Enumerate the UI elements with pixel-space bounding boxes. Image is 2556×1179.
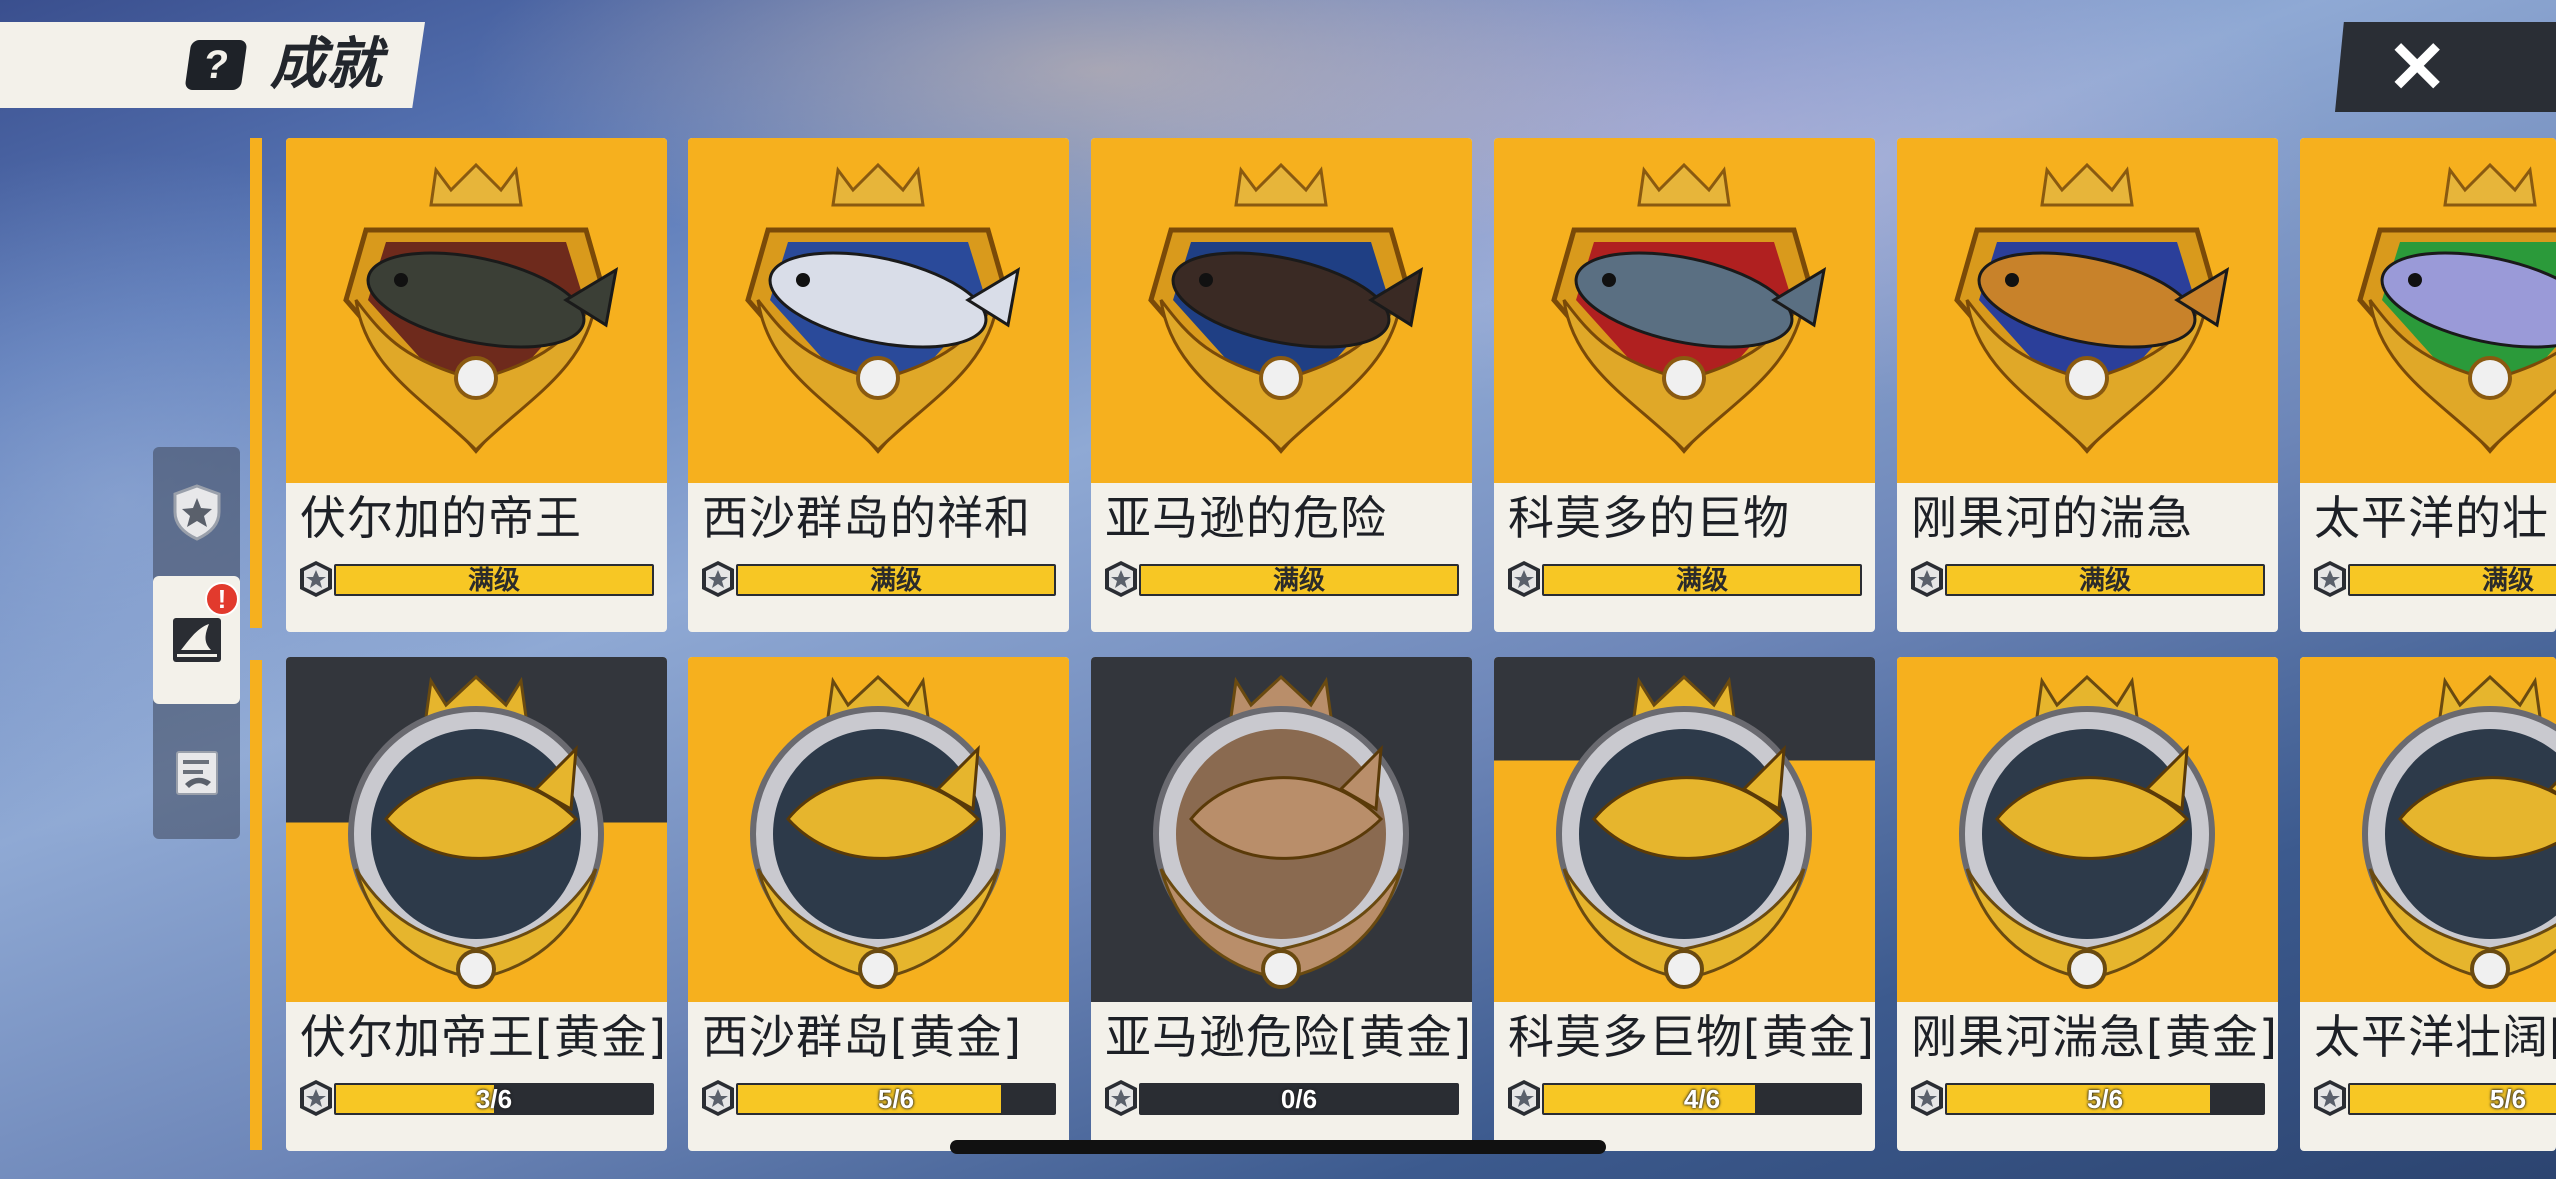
close-button[interactable]: ✕ (2335, 22, 2556, 112)
rank-badge-icon (2314, 561, 2346, 597)
achievement-name: 太平洋的壮 (2314, 491, 2549, 545)
side-tab-notes[interactable] (153, 712, 240, 832)
gold-medal-emblem (1959, 674, 2215, 989)
achievement-card[interactable]: 西沙群岛的祥和 满级 (688, 138, 1069, 632)
rank-badge-icon (1911, 1080, 1943, 1116)
achievement-name: 伏尔加帝王[黄金] (300, 1010, 667, 1064)
progress-label: 3/6 (475, 1084, 513, 1114)
achievement-card[interactable]: 太平洋壮阔[ 5/6 (2300, 657, 2556, 1151)
progress-bar: 5/6 (1945, 1083, 2265, 1115)
rank-badge-icon (1508, 1080, 1540, 1116)
trophy-emblem (1954, 162, 2230, 454)
achievement-art (2300, 657, 2556, 1002)
progress-bar: 5/6 (2348, 1083, 2556, 1115)
partial-card-left (250, 660, 262, 1150)
progress-label: 满级 (869, 565, 922, 595)
progress-bar: 满级 (1945, 564, 2265, 596)
trophy-emblem (745, 162, 1021, 454)
achievement-card[interactable]: 亚马逊的危险 满级 (1091, 138, 1472, 632)
achievement-art (1091, 138, 1472, 483)
achievement-card[interactable]: 科莫多的巨物 满级 (1494, 138, 1875, 632)
achievement-art (1091, 657, 1472, 1002)
achievement-card[interactable]: 科莫多巨物[黄金] 4/6 (1494, 657, 1875, 1151)
rank-badge-icon (300, 1080, 332, 1116)
rank-badge-icon (1508, 561, 1540, 597)
achievement-name: 亚马逊的危险 (1105, 491, 1387, 545)
achievement-art (286, 138, 667, 483)
gold-medal-emblem (348, 674, 604, 989)
achievement-name: 西沙群岛[黄金] (702, 1010, 1022, 1064)
achievement-card[interactable]: 伏尔加帝王[黄金] 3/6 (286, 657, 667, 1151)
achievement-art (1897, 657, 2278, 1002)
help-icon[interactable]: ? (184, 40, 248, 90)
progress-label: 4/6 (1683, 1084, 1721, 1114)
page-title: 成就 (270, 32, 382, 97)
trophy-emblem (1148, 162, 1424, 454)
progress-bar: 满级 (1139, 564, 1459, 596)
achievement-art (688, 138, 1069, 483)
achievement-name: 太平洋壮阔[ (2314, 1010, 2556, 1064)
achievement-name: 科莫多的巨物 (1508, 491, 1790, 545)
progress-label: 0/6 (1280, 1084, 1318, 1114)
notification-badge: ! (205, 582, 239, 616)
fish-notes-icon (175, 751, 218, 795)
progress-bar: 5/6 (736, 1083, 1056, 1115)
achievement-card[interactable]: 西沙群岛[黄金] 5/6 (688, 657, 1069, 1151)
achievement-name: 亚马逊危险[黄金] (1105, 1010, 1472, 1064)
progress-bar: 满级 (334, 564, 654, 596)
achievement-name: 伏尔加的帝王 (300, 491, 582, 545)
side-tab-badges[interactable] (153, 452, 240, 572)
gold-medal-emblem (1556, 674, 1812, 989)
achievement-art (286, 657, 667, 1002)
achievement-name: 科莫多巨物[黄金] (1508, 1010, 1875, 1064)
achievement-card[interactable]: 太平洋的壮 满级 (2300, 138, 2556, 632)
partial-card-left (250, 138, 262, 628)
trophy-emblem (2357, 162, 2556, 454)
gold-medal-emblem (1153, 674, 1409, 989)
achievement-art (1494, 657, 1875, 1002)
home-indicator (950, 1140, 1606, 1154)
achievement-art (1494, 138, 1875, 483)
progress-label: 5/6 (2086, 1084, 2124, 1114)
progress-label: 满级 (1675, 565, 1728, 595)
progress-bar: 0/6 (1139, 1083, 1459, 1115)
achievement-card[interactable]: 刚果河的湍急 满级 (1897, 138, 2278, 632)
progress-bar: 4/6 (1542, 1083, 1862, 1115)
achievement-name: 刚果河湍急[黄金] (1911, 1010, 2278, 1064)
achievement-name: 西沙群岛的祥和 (702, 491, 1031, 545)
achievement-card[interactable]: 伏尔加的帝王 满级 (286, 138, 667, 632)
achievement-card[interactable]: 刚果河湍急[黄金] 5/6 (1897, 657, 2278, 1151)
progress-bar: 满级 (2348, 564, 2556, 596)
gold-medal-emblem (750, 674, 1006, 989)
progress-bar: 满级 (1542, 564, 1862, 596)
rank-badge-icon (1105, 561, 1137, 597)
achievement-card[interactable]: 亚马逊危险[黄金] 0/6 (1091, 657, 1472, 1151)
close-icon: ✕ (2387, 28, 2448, 108)
fish-fin-icon (172, 618, 221, 662)
rank-badge-icon (2314, 1080, 2346, 1116)
progress-label: 满级 (2078, 565, 2131, 595)
achievement-name: 刚果河的湍急 (1911, 491, 2193, 545)
progress-label: 满级 (2481, 565, 2534, 595)
trophy-emblem (343, 162, 619, 454)
achievement-art (688, 657, 1069, 1002)
progress-label: 5/6 (877, 1084, 915, 1114)
gold-medal-emblem (2362, 674, 2556, 989)
progress-bar: 满级 (736, 564, 1056, 596)
rank-badge-icon (702, 1080, 734, 1116)
progress-label: 5/6 (2489, 1084, 2527, 1114)
rank-badge-icon (702, 561, 734, 597)
rank-badge-icon (1105, 1080, 1137, 1116)
trophy-emblem (1551, 162, 1827, 454)
progress-label: 满级 (1272, 565, 1325, 595)
rank-badge-icon (1911, 561, 1943, 597)
achievement-art (2300, 138, 2556, 483)
shield-star-icon (173, 484, 220, 541)
progress-label: 满级 (467, 565, 520, 595)
rank-badge-icon (300, 561, 332, 597)
progress-bar: 3/6 (334, 1083, 654, 1115)
achievement-art (1897, 138, 2278, 483)
